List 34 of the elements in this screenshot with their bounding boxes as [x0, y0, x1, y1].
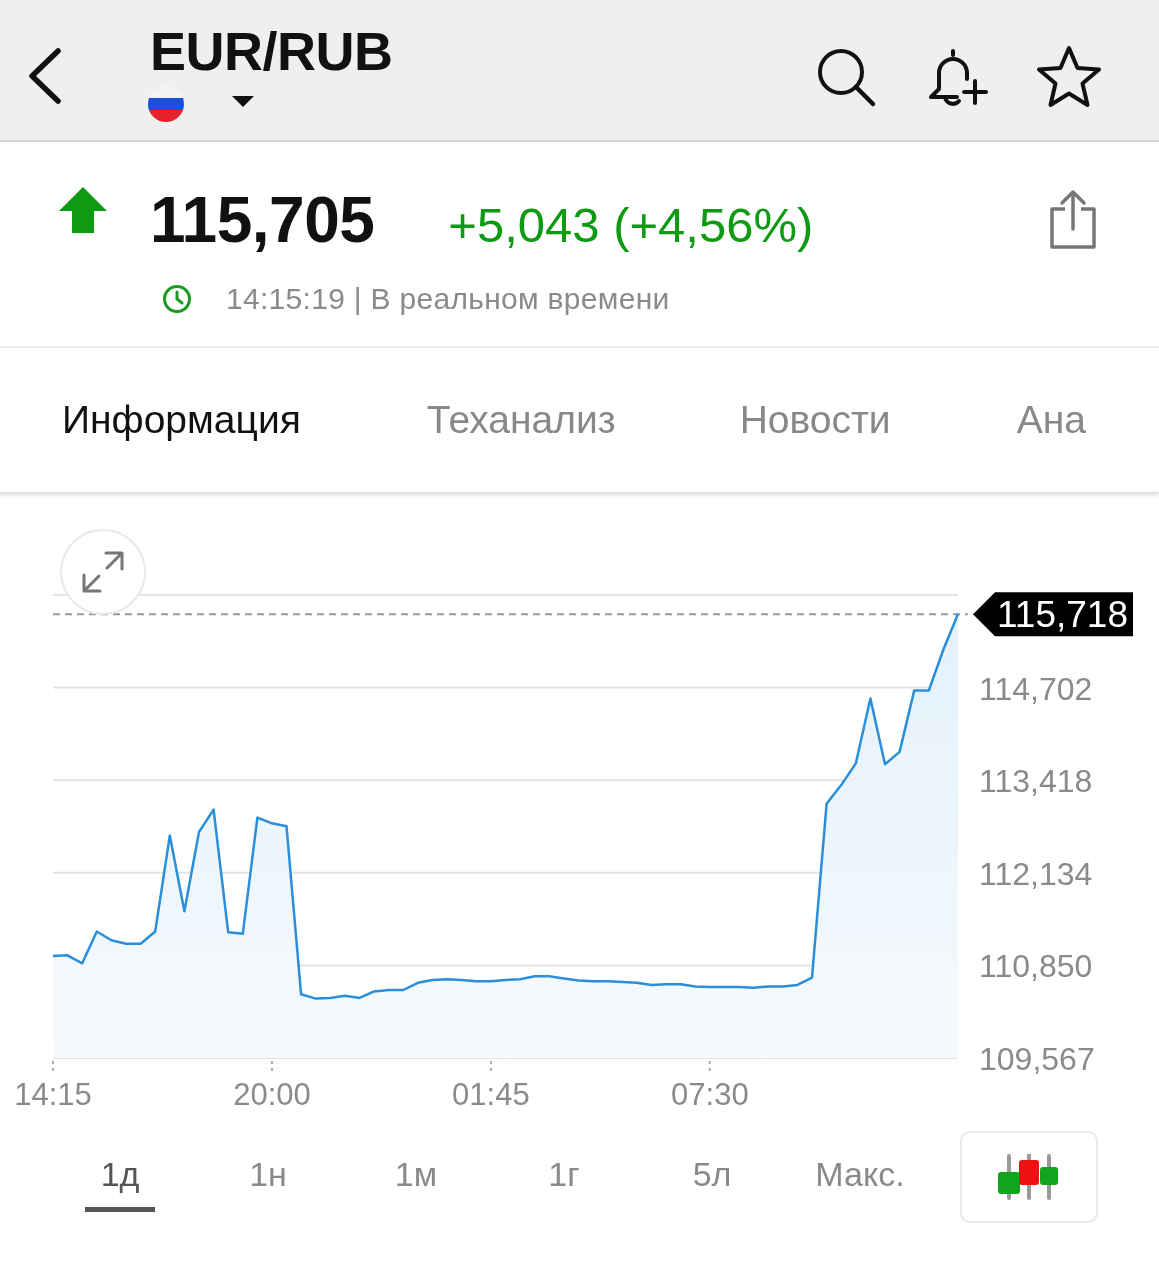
- period-tab[interactable]: Макс.: [786, 1142, 934, 1212]
- star-icon[interactable]: [1035, 44, 1103, 110]
- y-axis-label: 109,567: [979, 1041, 1095, 1077]
- x-axis-label: 07:30: [671, 1077, 749, 1112]
- period-tab[interactable]: 5л: [638, 1142, 786, 1212]
- tab[interactable]: Ана: [1016, 398, 1086, 442]
- y-axis-label: 110,850: [979, 948, 1093, 985]
- x-axis-label: 01:45: [452, 1077, 530, 1112]
- period-tab[interactable]: 1н: [194, 1142, 342, 1212]
- tab[interactable]: Теханализ: [426, 398, 616, 442]
- price-value: 115,705: [150, 183, 375, 257]
- up-arrow-icon: [59, 187, 107, 233]
- candlestick-icon: [998, 1154, 1060, 1200]
- tab[interactable]: Информация: [62, 398, 301, 442]
- back-icon[interactable]: [26, 48, 62, 104]
- clock-icon: [162, 284, 192, 314]
- x-axis-label: 14:15: [14, 1077, 92, 1112]
- price-tag: 115,718: [973, 592, 1133, 637]
- expand-icon: [80, 549, 126, 595]
- price-change: +5,043 (+4,56%): [448, 197, 814, 253]
- search-icon[interactable]: [815, 46, 877, 108]
- update-time: 14:15:19 | В реальном времени: [226, 282, 670, 316]
- y-axis-label: 113,418: [979, 763, 1093, 800]
- y-axis-label: 112,134: [979, 855, 1093, 892]
- period-tab[interactable]: 1г: [490, 1142, 638, 1212]
- caret-icon[interactable]: [232, 95, 254, 107]
- period-tab[interactable]: 1м: [342, 1142, 490, 1212]
- ref-line-label: 115,718: [997, 594, 1128, 636]
- share-icon[interactable]: [1048, 189, 1098, 251]
- chart-type-button[interactable]: [960, 1131, 1098, 1223]
- x-axis-label: 20:00: [233, 1077, 311, 1112]
- tab[interactable]: Новости: [739, 398, 891, 442]
- y-axis-label: 114,702: [979, 670, 1093, 707]
- pair-title: EUR/RUB: [150, 20, 393, 82]
